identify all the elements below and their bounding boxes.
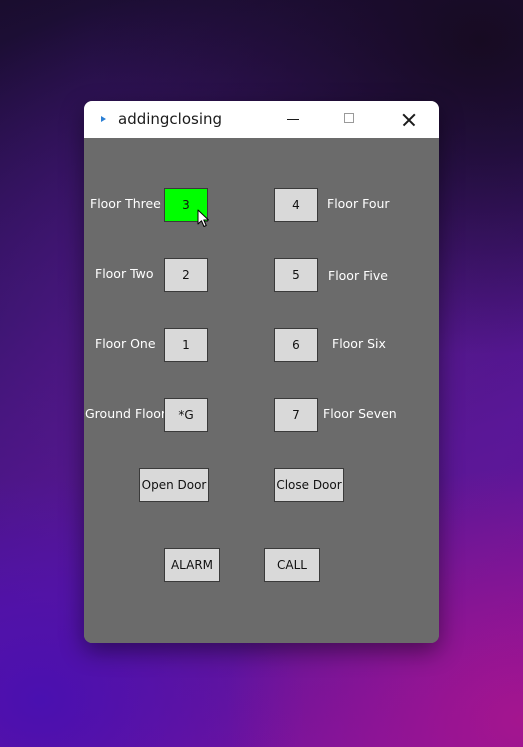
floor-4-button[interactable]: 4 (274, 188, 318, 222)
mouse-pointer-icon (197, 209, 209, 227)
call-button[interactable]: CALL (264, 548, 320, 582)
floor-three-label: Floor Three (90, 196, 161, 211)
floor-2-button[interactable]: 2 (164, 258, 208, 292)
floor-1-button[interactable]: 1 (164, 328, 208, 362)
app-icon (101, 116, 106, 122)
floor-6-button[interactable]: 6 (274, 328, 318, 362)
elevator-panel: Floor Three 3 Floor Two 2 Floor One 1 Gr… (84, 138, 439, 643)
app-window: addingclosing Floor Three 3 Floor Two 2 … (84, 101, 439, 643)
floor-5-button[interactable]: 5 (274, 258, 318, 292)
window-title: addingclosing (118, 110, 223, 128)
close-button[interactable] (386, 101, 432, 138)
floor-two-label: Floor Two (95, 266, 154, 281)
floor-one-label: Floor One (95, 336, 156, 351)
minimize-button[interactable] (270, 101, 316, 138)
alarm-button[interactable]: ALARM (164, 548, 220, 582)
title-bar[interactable]: addingclosing (84, 101, 439, 138)
open-door-button[interactable]: Open Door (139, 468, 209, 502)
floor-five-label: Floor Five (328, 268, 388, 283)
ground-floor-label: Ground Floor (85, 406, 167, 421)
floor-four-label: Floor Four (327, 196, 390, 211)
floor-7-button[interactable]: 7 (274, 398, 318, 432)
maximize-button[interactable] (327, 101, 373, 138)
ground-floor-button[interactable]: *G (164, 398, 208, 432)
floor-six-label: Floor Six (332, 336, 386, 351)
floor-seven-label: Floor Seven (323, 406, 397, 421)
close-door-button[interactable]: Close Door (274, 468, 344, 502)
